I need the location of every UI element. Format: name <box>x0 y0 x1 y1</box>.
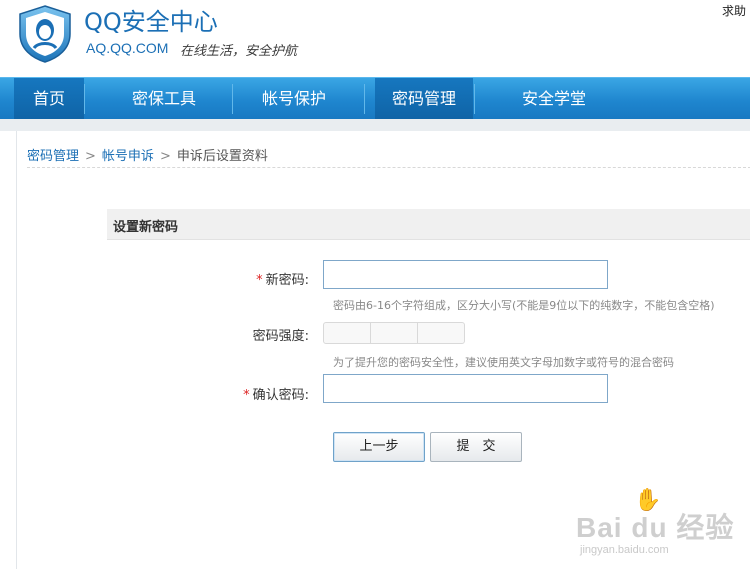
nav-security-tools[interactable]: 密保工具 <box>105 78 223 120</box>
breadcrumb-current: 申诉后设置资料 <box>176 149 268 164</box>
submit-button[interactable]: 提 交 <box>430 432 522 462</box>
section-header: 设置新密码 <box>107 209 750 240</box>
baidu-jingyan-watermark: ✋ Bai du 经验 jingyan.baidu.com <box>576 488 746 566</box>
main-nav: 首页 密保工具 帐号保护 密码管理 安全学堂 <box>0 77 750 120</box>
nav-subbar <box>0 119 750 131</box>
strength-segment-medium <box>370 322 418 344</box>
brand-url[interactable]: AQ.QQ.COM <box>86 40 168 56</box>
breadcrumb-password-management[interactable]: 密码管理 <box>27 149 79 164</box>
confirm-password-label: * 确认密码: <box>189 384 309 403</box>
section-title: 设置新密码 <box>113 220 179 235</box>
strength-hint: 为了提升您的密码安全性，建议使用英文字母加数字或符号的混合密码 <box>333 356 674 369</box>
qq-shield-logo-icon[interactable] <box>16 4 74 64</box>
new-password-label: * 新密码: <box>189 269 309 288</box>
new-password-hint: 密码由6-16个字符组成，区分大小写(不能是9位以下的纯数字，不能包含空格) <box>333 299 715 312</box>
nav-divider <box>232 84 233 114</box>
nav-home[interactable]: 首页 <box>14 78 84 120</box>
new-password-label-text: 新密码: <box>265 273 309 288</box>
brand-title[interactable]: QQ安全中心 <box>84 2 218 37</box>
nav-security-academy[interactable]: 安全学堂 <box>494 78 614 120</box>
confirm-password-label-text: 确认密码: <box>252 388 309 403</box>
new-password-input[interactable] <box>323 260 608 289</box>
previous-step-button[interactable]: 上一步 <box>333 432 425 462</box>
brand-slogan: 在线生活，安全护航 <box>180 44 298 59</box>
header: QQ安全中心 AQ.QQ.COM 在线生活，安全护航 求助 <box>0 0 750 78</box>
strength-segment-weak <box>323 322 371 344</box>
required-mark: * <box>256 273 263 288</box>
strength-label: 密码强度: <box>252 329 309 344</box>
strength-segment-strong <box>417 322 465 344</box>
confirm-password-input[interactable] <box>323 374 608 403</box>
help-link[interactable]: 求助 <box>722 2 746 19</box>
breadcrumb-separator: > <box>159 149 171 164</box>
watermark-url: jingyan.baidu.com <box>580 544 669 556</box>
watermark-text: Bai du 经验 <box>576 512 735 543</box>
nav-divider <box>474 84 475 114</box>
nav-password-management[interactable]: 密码管理 <box>375 78 473 120</box>
nav-divider <box>364 84 365 114</box>
nav-divider <box>84 84 85 114</box>
password-strength-meter <box>323 322 465 344</box>
breadcrumb: 密码管理 > 帐号申诉 > 申诉后设置资料 <box>27 145 268 164</box>
breadcrumb-separator: > <box>85 149 96 164</box>
nav-account-protection[interactable]: 帐号保护 <box>238 78 350 120</box>
breadcrumb-account-appeal[interactable]: 帐号申诉 <box>102 149 154 164</box>
breadcrumb-divider <box>27 167 750 168</box>
required-mark: * <box>243 388 250 403</box>
